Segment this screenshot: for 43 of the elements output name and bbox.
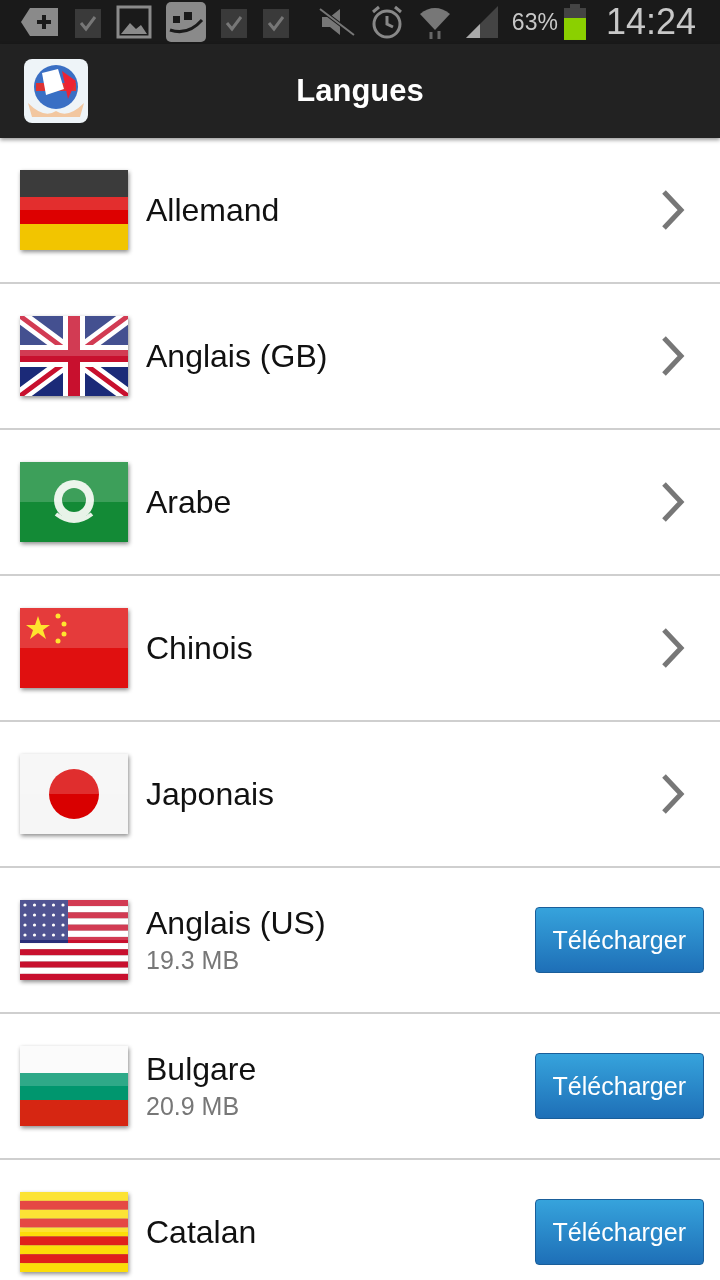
chevron-right-icon — [660, 481, 686, 523]
download-button[interactable]: Télécharger — [534, 1053, 704, 1119]
download-button[interactable]: Télécharger — [534, 907, 704, 973]
language-row[interactable]: Anglais (GB) — [0, 284, 720, 430]
language-name: Arabe — [146, 483, 233, 521]
language-row[interactable]: Arabe — [0, 430, 720, 576]
language-name: Bulgare — [146, 1051, 258, 1088]
flag-icon — [20, 1192, 128, 1272]
chevron-right-icon — [660, 773, 686, 815]
screen-title: Langues — [295, 73, 425, 109]
language-row[interactable]: Japonais — [0, 722, 720, 868]
flag-icon — [20, 170, 128, 250]
clock-time: 14:24 — [605, 1, 696, 43]
language-row[interactable]: Anglais (US) 19.3 MB Télécharger — [0, 868, 720, 1014]
alarm-clock-icon — [369, 4, 404, 40]
language-name: Catalan — [146, 1213, 258, 1251]
add-notification-icon — [20, 6, 60, 38]
download-size: 20.9 MB — [146, 1092, 241, 1121]
chevron-right-icon — [660, 627, 686, 669]
language-row[interactable]: Catalan Télécharger — [0, 1160, 720, 1280]
flag-icon — [20, 608, 128, 688]
download-button[interactable]: Télécharger — [534, 1199, 704, 1265]
flag-icon — [20, 900, 128, 980]
language-name: Anglais (US) — [146, 905, 327, 942]
image-icon — [115, 5, 152, 39]
language-name: Anglais (GB) — [146, 337, 329, 375]
download-size: 19.3 MB — [146, 946, 241, 975]
language-name: Japonais — [146, 775, 276, 813]
flag-icon — [20, 462, 128, 542]
language-name: Allemand — [146, 191, 281, 229]
app-logo-icon[interactable] — [24, 59, 88, 123]
flag-icon — [20, 754, 128, 834]
battery-icon — [563, 4, 586, 40]
flag-icon — [20, 316, 128, 396]
language-row[interactable]: Allemand — [0, 138, 720, 284]
muted-speaker-icon — [317, 7, 356, 37]
chevron-right-icon — [660, 335, 686, 377]
language-name: Chinois — [146, 629, 254, 667]
signal-icon — [465, 6, 498, 38]
language-row[interactable]: Chinois — [0, 576, 720, 722]
language-row[interactable]: Bulgare 20.9 MB Télécharger — [0, 1014, 720, 1160]
battery-percentage: 63% — [511, 8, 558, 36]
chevron-right-icon — [660, 189, 686, 231]
